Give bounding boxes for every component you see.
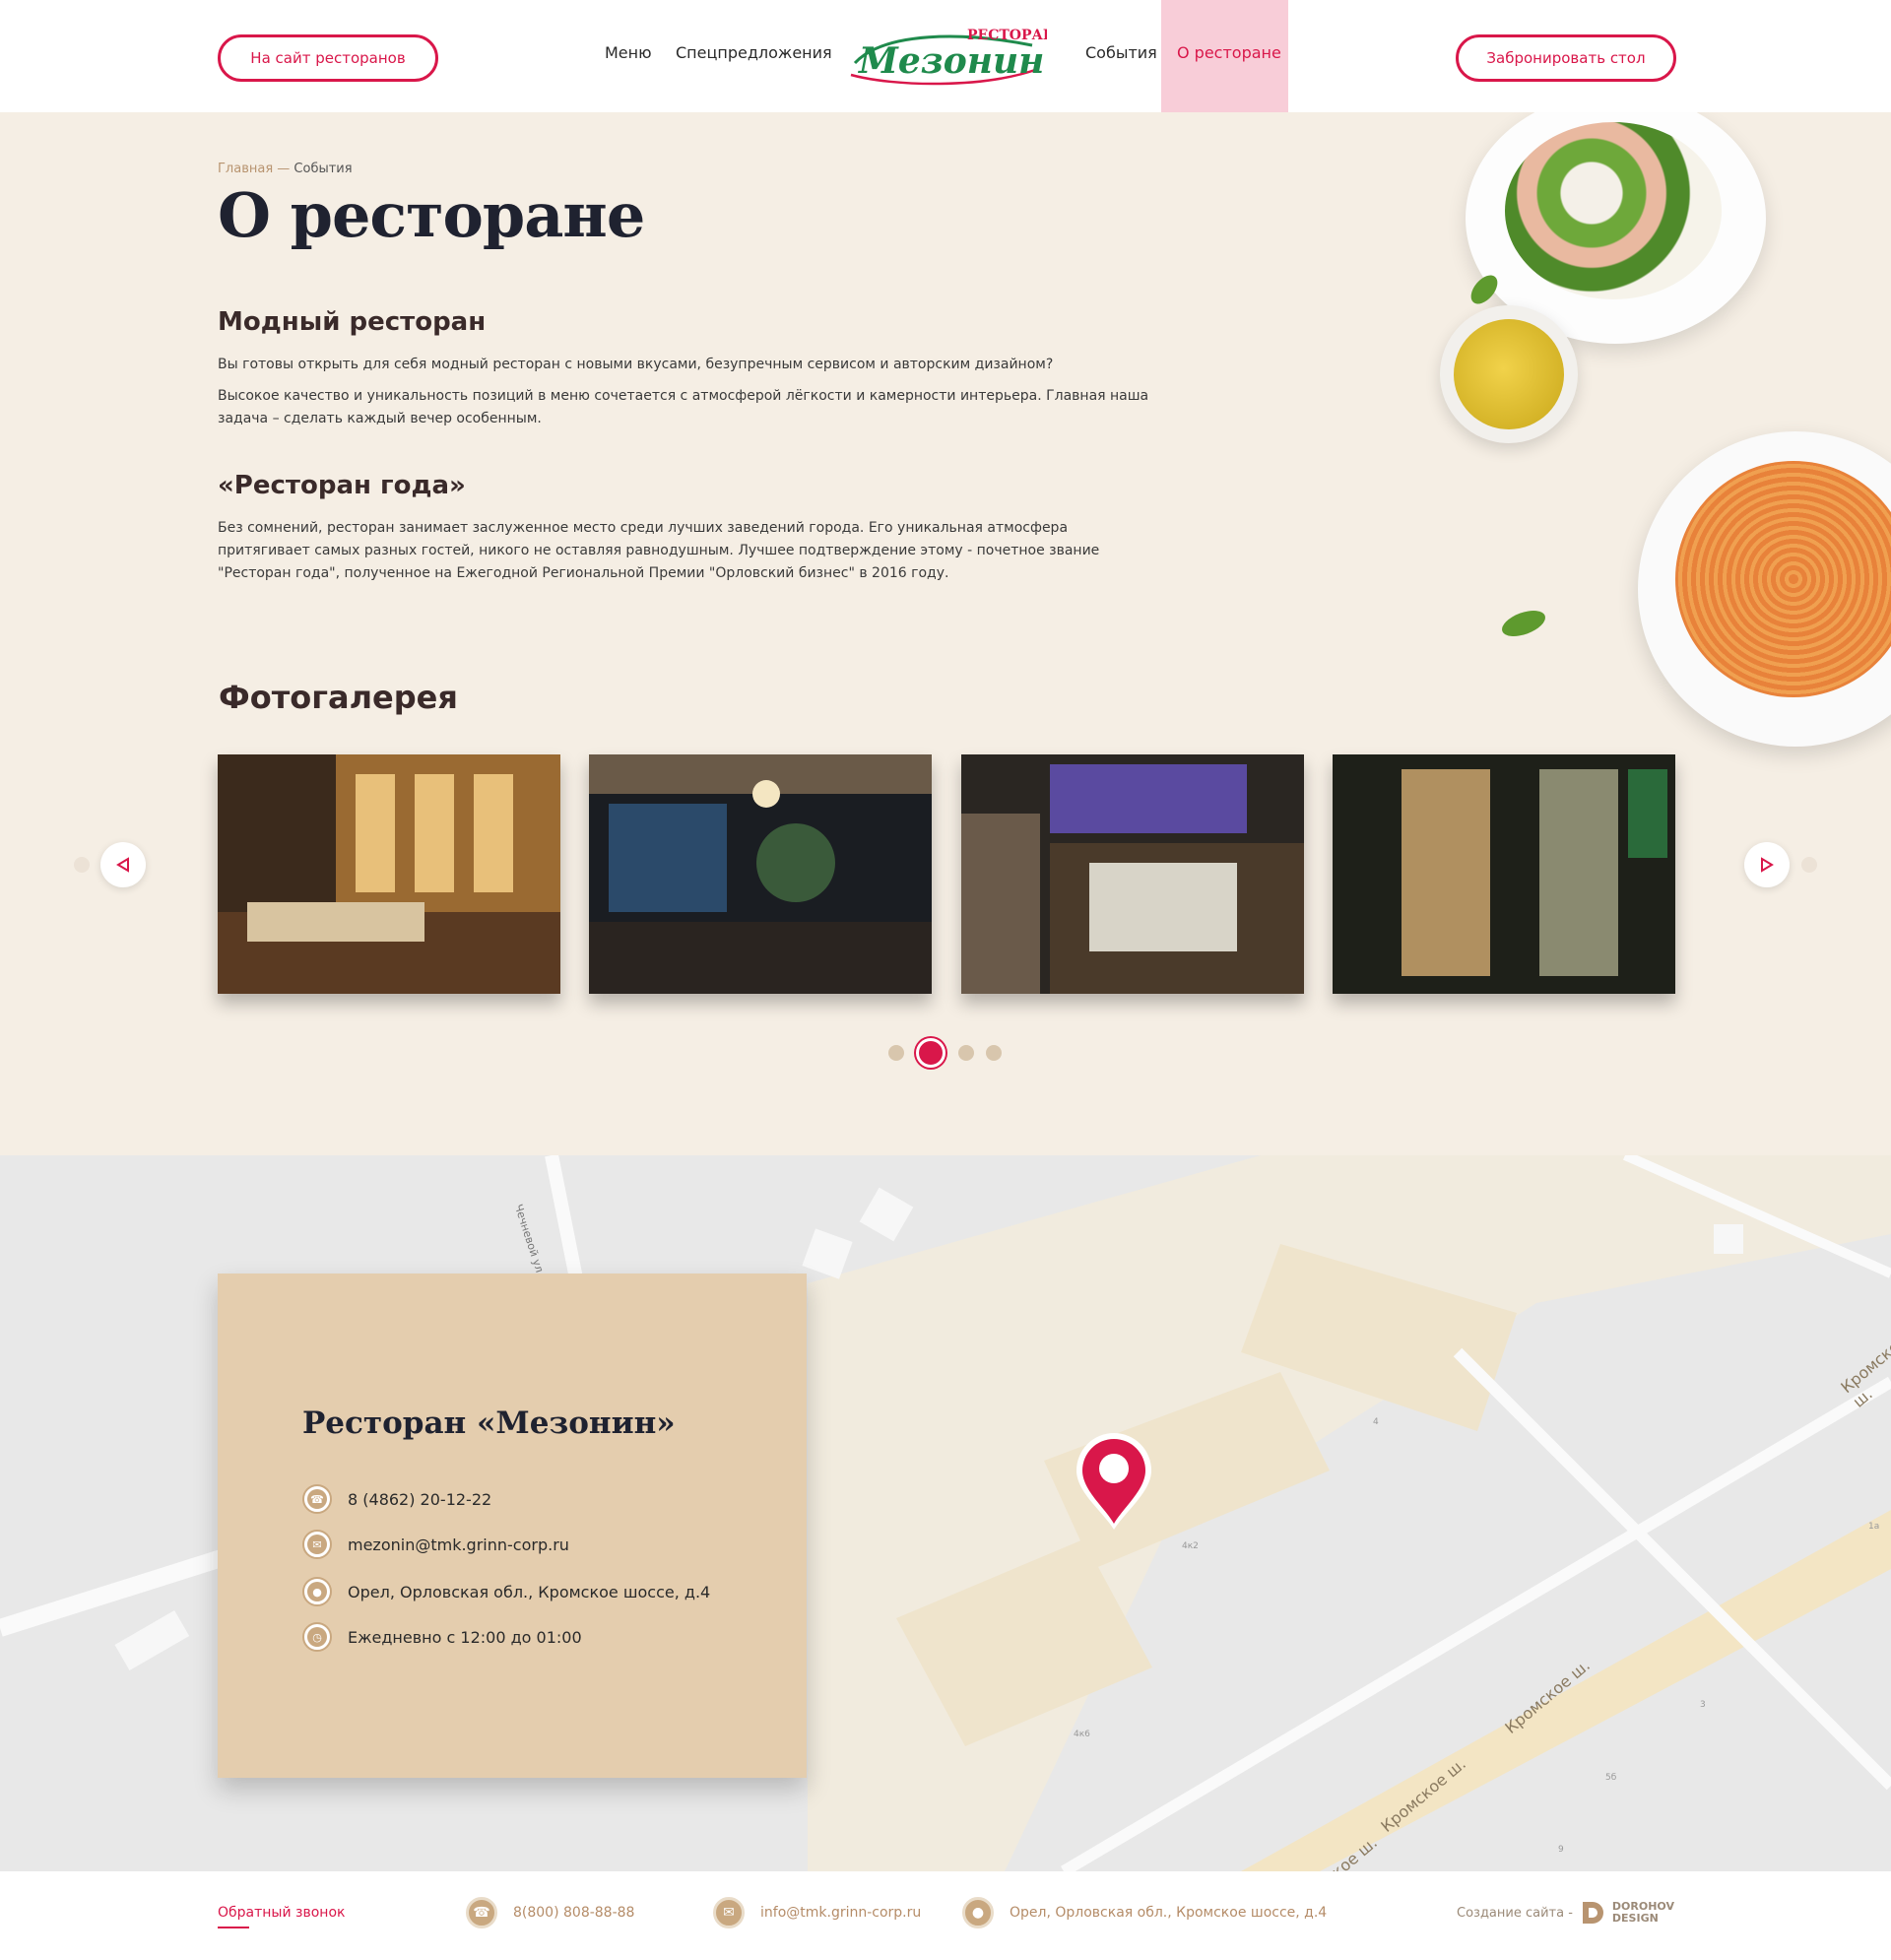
logo-graphic: РЕСТОРАН Мезонин bbox=[850, 28, 1056, 86]
breadcrumb-separator: — bbox=[273, 162, 294, 176]
slider-side-dot bbox=[1801, 857, 1817, 873]
dorohov-logo-icon bbox=[1582, 1902, 1603, 1924]
gallery-title: Фотогалерея bbox=[219, 679, 458, 716]
mail-icon: ✉ bbox=[302, 1530, 332, 1559]
map-house-number: 3 bbox=[1700, 1700, 1706, 1710]
gallery-next-button[interactable] bbox=[1744, 842, 1790, 887]
footer-email[interactable]: ✉ info@tmk.grinn-corp.ru bbox=[713, 1897, 921, 1928]
callback-link[interactable]: Обратный звонок bbox=[218, 1905, 345, 1921]
sauce-bowl-image bbox=[1440, 305, 1578, 443]
contact-email-text: mezonin@tmk.grinn-corp.ru bbox=[348, 1535, 569, 1554]
gallery-prev-button[interactable] bbox=[100, 842, 146, 887]
mail-icon: ✉ bbox=[713, 1897, 745, 1928]
location-map[interactable]: Чечневой ул. Кромское ш. Кромское ш. Кро… bbox=[0, 1155, 1891, 1871]
contact-card-title: Ресторан «Мезонин» bbox=[302, 1405, 676, 1441]
map-house-number: 4 bbox=[1373, 1417, 1379, 1427]
book-table-button[interactable]: Забронировать стол bbox=[1456, 34, 1676, 82]
credit-prefix: Создание сайта - bbox=[1457, 1905, 1573, 1921]
breadcrumb-current: События bbox=[293, 162, 353, 176]
developer-credit[interactable]: Создание сайта - DOROHOV DESIGN bbox=[1457, 1899, 1674, 1927]
gallery-dot-3[interactable] bbox=[958, 1045, 974, 1061]
slider-side-dot bbox=[74, 857, 90, 873]
section-paragraph: Вы готовы открыть для себя модный рестор… bbox=[218, 357, 1054, 372]
gallery-photo[interactable] bbox=[961, 754, 1304, 994]
contact-hours: ◷ Ежедневно с 12:00 до 01:00 bbox=[302, 1622, 582, 1652]
credit-name: DOROHOV DESIGN bbox=[1612, 1901, 1674, 1925]
logo-main-text: Мезонин bbox=[857, 40, 1044, 82]
contact-hours-text: Ежедневно с 12:00 до 01:00 bbox=[348, 1627, 582, 1647]
location-icon: ● bbox=[962, 1897, 994, 1928]
section-title: Модный ресторан bbox=[218, 307, 487, 337]
map-house-number: 9 bbox=[1558, 1845, 1564, 1855]
credit-name-line-2: DESIGN bbox=[1611, 1912, 1659, 1925]
map-house-number: 5б bbox=[1605, 1773, 1617, 1783]
map-pin-icon[interactable] bbox=[1074, 1433, 1154, 1532]
callback-underline bbox=[218, 1927, 249, 1928]
footer-email-text: info@tmk.grinn-corp.ru bbox=[760, 1905, 922, 1921]
section-paragraph: Без сомнений, ресторан занимает заслужен… bbox=[218, 520, 1100, 581]
breadcrumb-home[interactable]: Главная bbox=[218, 162, 273, 176]
banquet-hall-photo bbox=[961, 754, 1304, 994]
footer-address: ● Орел, Орловская обл., Кромское шоссе, … bbox=[962, 1897, 1327, 1928]
map-house-number: 1а bbox=[1868, 1522, 1880, 1532]
footer-phone[interactable]: ☎ 8(800) 808-88-88 bbox=[466, 1897, 634, 1928]
contact-phone-text: 8 (4862) 20-12-22 bbox=[348, 1489, 492, 1509]
clock-icon: ◷ bbox=[302, 1622, 332, 1652]
section-paragraph: Высокое качество и уникальность позиций … bbox=[218, 388, 1149, 426]
entrance-photo bbox=[1333, 754, 1675, 994]
phone-icon: ☎ bbox=[466, 1897, 497, 1928]
basil-leaf-image bbox=[1498, 605, 1549, 642]
contact-card: Ресторан «Мезонин» ☎ 8 (4862) 20-12-22 ✉… bbox=[218, 1274, 807, 1778]
map-house-number: 4к2 bbox=[1182, 1541, 1199, 1551]
gallery-dot-4[interactable] bbox=[986, 1045, 1002, 1061]
nav-menu[interactable]: Меню bbox=[605, 43, 652, 62]
contact-address-text: Орел, Орловская обл., Кромское шоссе, д.… bbox=[348, 1582, 711, 1601]
contact-phone[interactable]: ☎ 8 (4862) 20-12-22 bbox=[302, 1484, 491, 1514]
nav-about[interactable]: О ресторане bbox=[1177, 43, 1281, 62]
restaurants-site-button[interactable]: На сайт ресторанов bbox=[218, 34, 438, 82]
restaurant-hall-photo bbox=[218, 754, 560, 994]
gallery-photo[interactable] bbox=[589, 754, 932, 994]
contact-address: ● Орел, Орловская обл., Кромское шоссе, … bbox=[302, 1577, 710, 1606]
nav-events[interactable]: События bbox=[1085, 43, 1157, 62]
footer-address-text: Орел, Орловская обл., Кромское шоссе, д.… bbox=[1010, 1905, 1328, 1921]
arrow-left-icon bbox=[116, 857, 129, 873]
gallery-dot-2-active[interactable] bbox=[916, 1038, 946, 1068]
about-section: Главная — События О ресторане Модный рес… bbox=[0, 112, 1891, 1155]
page-title: О ресторане bbox=[218, 179, 645, 251]
map-house-number: 4к6 bbox=[1074, 1730, 1090, 1739]
gallery-photo[interactable] bbox=[218, 754, 560, 994]
contact-email[interactable]: ✉ mezonin@tmk.grinn-corp.ru bbox=[302, 1530, 569, 1559]
section-title: «Ресторан года» bbox=[218, 471, 466, 500]
footer-phone-text: 8(800) 808-88-88 bbox=[513, 1905, 635, 1921]
site-footer: Обратный звонок ☎ 8(800) 808-88-88 ✉ inf… bbox=[0, 1871, 1891, 1960]
site-header: На сайт ресторанов Меню Спецпредложения … bbox=[0, 0, 1891, 112]
phone-icon: ☎ bbox=[302, 1484, 332, 1514]
nav-special-offers[interactable]: Спецпредложения bbox=[676, 43, 832, 62]
breadcrumb: Главная — События bbox=[218, 162, 353, 176]
location-icon: ● bbox=[302, 1577, 332, 1606]
gallery-photo[interactable] bbox=[1333, 754, 1675, 994]
pasta-plate-image bbox=[1638, 431, 1891, 747]
gallery-dot-1[interactable] bbox=[888, 1045, 904, 1061]
stage-hall-photo bbox=[589, 754, 932, 994]
restaurant-logo[interactable]: РЕСТОРАН Мезонин bbox=[845, 24, 1056, 93]
arrow-right-icon bbox=[1761, 857, 1774, 873]
